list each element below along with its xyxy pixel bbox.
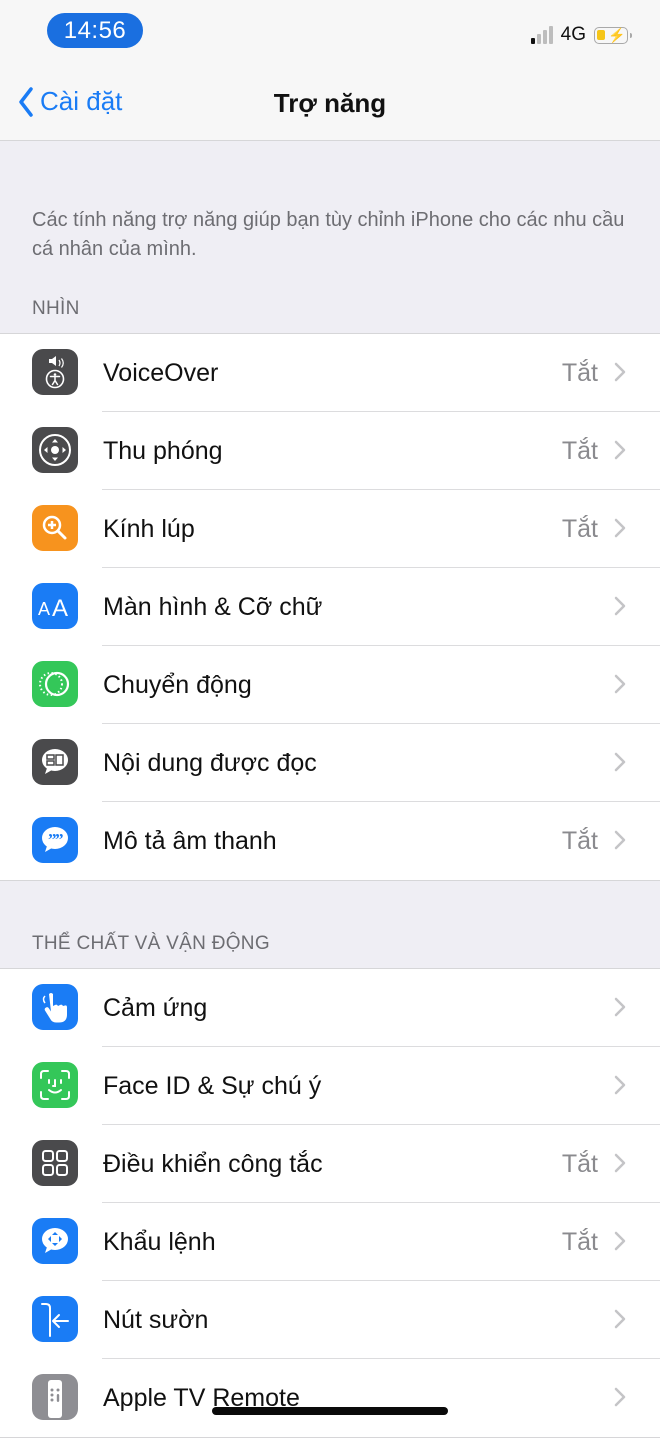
- row-label: Face ID & Sự chú ý: [103, 1071, 322, 1100]
- settings-row-zoom[interactable]: Thu phóng Tắt: [0, 412, 660, 490]
- switch-control-icon: [32, 1140, 78, 1186]
- row-label: Màn hình & Cỡ chữ: [103, 592, 323, 621]
- settings-row-voiceover[interactable]: VoiceOver Tắt: [0, 334, 660, 412]
- settings-row-touch[interactable]: Cảm ứng: [0, 969, 660, 1047]
- settings-group-vision: VoiceOver Tắt Thu phóng Tắt Kính lúp Tắt…: [0, 333, 660, 881]
- settings-row-apple-tv-remote[interactable]: Apple TV Remote: [0, 1359, 660, 1437]
- row-value: Tắt: [561, 358, 598, 387]
- status-bar: 14:56 4G ⚡: [0, 0, 660, 62]
- row-label: Nút sườn: [103, 1305, 209, 1334]
- cellular-signal-icon: [530, 26, 553, 44]
- settings-row-display-text-size[interactable]: AA Màn hình & Cỡ chữ: [0, 568, 660, 646]
- battery-cap: [630, 32, 632, 38]
- chevron-right-icon: [614, 1231, 626, 1251]
- row-label: Điều khiển công tắc: [103, 1149, 323, 1178]
- settings-row-audio-descriptions[interactable]: ”” Mô tả âm thanh Tắt: [0, 802, 660, 880]
- row-label: Mô tả âm thanh: [103, 826, 277, 855]
- audio-description-icon: ””: [32, 817, 78, 863]
- page-title: Trợ năng: [273, 88, 387, 118]
- settings-row-magnifier[interactable]: Kính lúp Tắt: [0, 490, 660, 568]
- motion-icon: [32, 661, 78, 707]
- row-label: Khẩu lệnh: [103, 1227, 216, 1256]
- row-label: Thu phóng: [103, 436, 223, 465]
- section-header-vision: NHÌN: [32, 298, 80, 319]
- chevron-right-icon: [614, 362, 626, 382]
- svg-text:”: ”: [55, 830, 64, 849]
- status-indicators: 4G ⚡: [530, 24, 632, 46]
- chevron-right-icon: [614, 1153, 626, 1173]
- zoom-icon: [32, 427, 78, 473]
- home-indicator[interactable]: [212, 1407, 448, 1415]
- status-time[interactable]: 14:56: [47, 13, 143, 48]
- network-type: 4G: [560, 24, 586, 45]
- spoken-content-icon: [32, 739, 78, 785]
- row-value: Tắt: [561, 826, 598, 855]
- voice-control-icon: [32, 1218, 78, 1264]
- magnifier-icon: [32, 505, 78, 551]
- chevron-right-icon: [614, 997, 626, 1017]
- row-label: Nội dung được đọc: [103, 748, 317, 777]
- chevron-right-icon: [614, 518, 626, 538]
- row-label: Cảm ứng: [103, 993, 208, 1022]
- row-value: Tắt: [561, 514, 598, 543]
- svg-text:A: A: [38, 599, 50, 618]
- navigation-bar: Cài đặt Trợ năng: [0, 62, 660, 141]
- row-value: Tắt: [561, 1149, 598, 1178]
- chevron-right-icon: [614, 1387, 626, 1407]
- settings-group-physical-motor: Cảm ứng Face ID & Sự chú ý Điều khiển cô…: [0, 968, 660, 1438]
- row-label: Kính lúp: [103, 514, 195, 543]
- chevron-right-icon: [614, 1309, 626, 1329]
- settings-row-spoken-content[interactable]: Nội dung được đọc: [0, 724, 660, 802]
- face-id-icon: [32, 1062, 78, 1108]
- chevron-right-icon: [614, 830, 626, 850]
- settings-row-face-id-attention[interactable]: Face ID & Sự chú ý: [0, 1047, 660, 1125]
- charging-bolt-icon: ⚡: [608, 26, 626, 43]
- row-value: Tắt: [561, 1227, 598, 1256]
- settings-row-voice-control[interactable]: Khẩu lệnh Tắt: [0, 1203, 660, 1281]
- row-label: VoiceOver: [103, 358, 219, 387]
- touch-icon: [32, 984, 78, 1030]
- section-header-physical-motor: THỂ CHẤT VÀ VẬN ĐỘNG: [32, 933, 270, 954]
- battery-level: [597, 29, 605, 40]
- chevron-right-icon: [614, 1075, 626, 1095]
- chevron-right-icon: [614, 752, 626, 772]
- chevron-right-icon: [614, 596, 626, 616]
- apple-tv-remote-icon: [32, 1374, 78, 1420]
- page-description: Các tính năng trợ năng giúp bạn tùy chỉn…: [32, 209, 625, 260]
- side-button-icon: [32, 1296, 78, 1342]
- battery-icon: ⚡: [594, 26, 632, 44]
- settings-row-motion[interactable]: Chuyển động: [0, 646, 660, 724]
- text-size-icon: AA: [32, 583, 78, 629]
- voiceover-icon: [32, 349, 78, 395]
- settings-row-switch-control[interactable]: Điều khiển công tắc Tắt: [0, 1125, 660, 1203]
- row-label: Chuyển động: [103, 670, 252, 699]
- chevron-right-icon: [614, 674, 626, 694]
- chevron-right-icon: [614, 440, 626, 460]
- svg-text:A: A: [52, 595, 68, 618]
- settings-row-side-button[interactable]: Nút sườn: [0, 1281, 660, 1359]
- row-value: Tắt: [561, 436, 598, 465]
